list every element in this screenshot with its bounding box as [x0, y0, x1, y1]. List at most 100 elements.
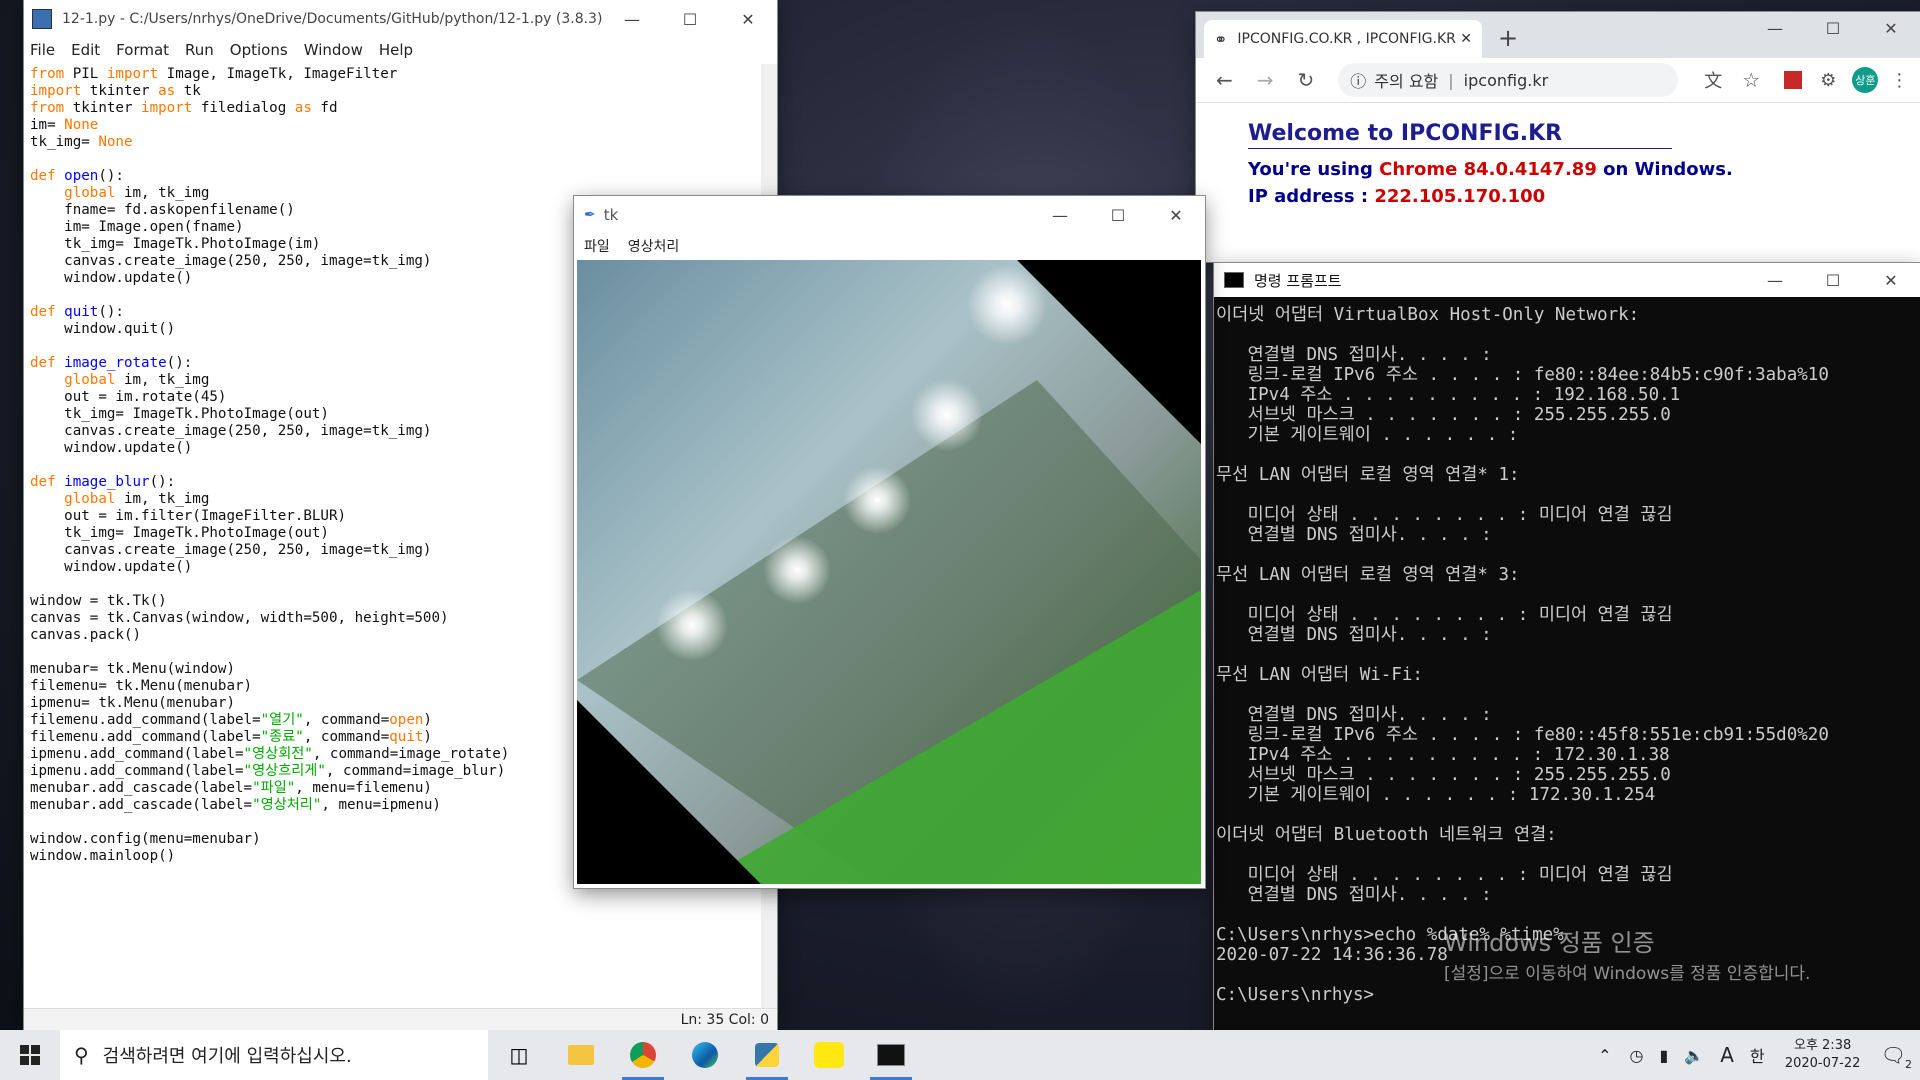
idle-title: 12-1.py - C:/Users/nrhys/OneDrive/Docume… — [62, 11, 603, 27]
start-button[interactable] — [0, 1030, 60, 1080]
tk-title: tk — [603, 206, 619, 224]
new-tab-button[interactable]: + — [1498, 24, 1518, 52]
cmd-close-button[interactable]: ✕ — [1862, 263, 1920, 299]
feather-icon: ✒ — [584, 207, 596, 223]
ip-info: IP address : 222.105.170.100 — [1248, 186, 1920, 207]
menu-help[interactable]: Help — [379, 41, 413, 59]
image-canvas[interactable] — [577, 260, 1201, 884]
cmd-maximize-button[interactable]: ☐ — [1804, 263, 1862, 299]
minimize-button[interactable]: — — [603, 0, 661, 38]
menu-format[interactable]: Format — [116, 41, 169, 59]
menu-edit[interactable]: Edit — [71, 41, 100, 59]
using-suffix: on Windows. — [1603, 159, 1733, 180]
kakaotalk-icon — [814, 1042, 844, 1068]
taskbar: ⚲ 검색하려면 여기에 입력하십시오. ◫ ⌃ ◷ ▮ 🔈 A 한 오후 2:3… — [0, 1030, 1920, 1080]
edge-taskbar-button[interactable] — [674, 1030, 736, 1080]
page-heading: Welcome to IPCONFIG.KR — [1248, 121, 1672, 149]
clock-time: 오후 2:38 — [1793, 1038, 1852, 1053]
cmd-title: 명령 프롬프트 — [1254, 271, 1342, 290]
folder-icon — [568, 1045, 594, 1065]
ime-mode[interactable]: A — [1720, 1043, 1734, 1067]
translate-icon[interactable]: 文 — [1704, 67, 1722, 93]
edge-icon — [692, 1042, 718, 1068]
command-prompt-window[interactable]: 명령 프롬프트 — ☐ ✕ 이더넷 어댑터 VirtualBox Host-On… — [1214, 263, 1920, 1030]
menu-window[interactable]: Window — [304, 41, 363, 59]
network-icon[interactable]: ◷ — [1629, 1046, 1643, 1065]
clock-date: 2020-07-22 — [1784, 1056, 1861, 1071]
notification-icon[interactable]: 🗨 2 — [1881, 1043, 1912, 1071]
volume-icon[interactable]: 🔈 — [1684, 1046, 1704, 1065]
search-placeholder: 검색하려면 여기에 입력하십시오. — [102, 1046, 352, 1067]
tk-menu-image-processing[interactable]: 영상처리 — [628, 236, 680, 256]
cursor-position: Ln: 35 Col: 0 — [680, 1011, 769, 1028]
windows-logo-icon — [20, 1045, 40, 1065]
file-explorer-button[interactable] — [550, 1030, 612, 1080]
rotated-stadium-image — [577, 260, 1201, 884]
tk-window[interactable]: ✒ tk — ☐ ✕ 파일 영상처리 — [574, 196, 1205, 888]
browser-info: You're using Chrome 84.0.4147.89 on Wind… — [1248, 159, 1920, 180]
web-page: Welcome to IPCONFIG.KR You're using Chro… — [1196, 103, 1920, 261]
ip-address: 222.105.170.100 — [1374, 186, 1546, 207]
chevron-up-icon[interactable]: ⌃ — [1598, 1046, 1611, 1065]
tk-close-button[interactable]: ✕ — [1147, 196, 1205, 234]
task-view-icon: ◫ — [509, 1043, 529, 1067]
chrome-tabstrip: ⚭ IPCONFIG.CO.KR , IPCONFIG.KR ✕ + — ☐ ✕ — [1196, 12, 1920, 58]
back-icon[interactable]: ← — [1216, 68, 1233, 92]
menu-run[interactable]: Run — [185, 41, 214, 59]
activation-watermark-text: [설정]으로 이동하여 Windows를 정품 인증합니다. — [1444, 964, 1811, 984]
python-icon — [755, 1043, 779, 1067]
chrome-maximize-button[interactable]: ☐ — [1804, 12, 1862, 44]
notification-count: 2 — [1905, 1058, 1912, 1071]
taskbar-search-box[interactable]: ⚲ 검색하려면 여기에 입력하십시오. — [60, 1030, 488, 1080]
chrome-window[interactable]: ⚭ IPCONFIG.CO.KR , IPCONFIG.KR ✕ + — ☐ ✕… — [1196, 12, 1920, 262]
close-button[interactable]: ✕ — [719, 0, 777, 38]
tab-close-icon[interactable]: ✕ — [1460, 31, 1472, 47]
clock[interactable]: 오후 2:38 2020-07-22 — [1773, 1037, 1873, 1073]
forward-icon[interactable]: → — [1257, 68, 1274, 92]
address-bar[interactable]: ⓘ 주의 요함 | ipconfig.kr — [1338, 63, 1679, 97]
profile-avatar[interactable]: 상훈 — [1852, 67, 1879, 93]
tk-minimize-button[interactable]: — — [1031, 196, 1089, 234]
chrome-close-button[interactable]: ✕ — [1862, 12, 1920, 44]
battery-icon[interactable]: ▮ — [1659, 1046, 1668, 1065]
globe-icon: ⚭ — [1214, 29, 1228, 49]
tab-title: IPCONFIG.CO.KR , IPCONFIG.KR — [1237, 31, 1456, 47]
info-icon[interactable]: ⓘ — [1350, 68, 1366, 92]
python-taskbar-button[interactable] — [736, 1030, 798, 1080]
tk-maximize-button[interactable]: ☐ — [1089, 196, 1147, 234]
extensions-icon[interactable]: ⚙ — [1820, 70, 1836, 91]
tk-titlebar[interactable]: ✒ tk — ☐ ✕ — [574, 196, 1205, 234]
browser-tab[interactable]: ⚭ IPCONFIG.CO.KR , IPCONFIG.KR ✕ — [1204, 20, 1482, 58]
chrome-icon — [630, 1042, 656, 1068]
reload-icon[interactable]: ↻ — [1298, 68, 1315, 92]
pdf-extension-icon[interactable] — [1784, 71, 1803, 89]
editor-statusbar: Ln: 35 Col: 0 — [24, 1008, 777, 1030]
tk-menu-file[interactable]: 파일 — [584, 236, 610, 256]
chrome-taskbar-button[interactable] — [612, 1030, 674, 1080]
omnibox-divider: | — [1448, 70, 1454, 90]
system-tray: ⌃ ◷ ▮ 🔈 A 한 오후 2:38 2020-07-22 🗨 2 — [1588, 1030, 1920, 1080]
ime-language[interactable]: 한 — [1750, 1043, 1765, 1067]
cmd-titlebar[interactable]: 명령 프롬프트 — ☐ ✕ — [1214, 263, 1920, 297]
chrome-minimize-button[interactable]: — — [1746, 12, 1804, 44]
security-label: 주의 요함 — [1374, 72, 1439, 91]
cmd-minimize-button[interactable]: — — [1746, 263, 1804, 299]
menu-options[interactable]: Options — [230, 41, 288, 59]
terminal-icon — [877, 1044, 905, 1066]
maximize-button[interactable]: ☐ — [661, 0, 719, 38]
python-file-icon — [32, 9, 52, 29]
task-view-button[interactable]: ◫ — [488, 1030, 550, 1080]
activation-watermark-title: Windows 정품 인증 — [1444, 929, 1655, 957]
ip-label: IP address : — [1248, 186, 1369, 207]
idle-menubar: File Edit Format Run Options Window Help — [24, 38, 777, 62]
cmd-taskbar-button[interactable] — [860, 1030, 922, 1080]
star-icon[interactable]: ☆ — [1742, 68, 1760, 92]
console-output[interactable]: 이더넷 어댑터 VirtualBox Host-Only Network: 연결… — [1214, 297, 1920, 1005]
kakaotalk-taskbar-button[interactable] — [798, 1030, 860, 1080]
idle-titlebar[interactable]: 12-1.py - C:/Users/nrhys/OneDrive/Docume… — [24, 0, 777, 38]
more-menu-icon[interactable]: ⋮ — [1890, 70, 1908, 91]
cmd-icon — [1224, 272, 1244, 288]
menu-file[interactable]: File — [30, 41, 55, 59]
tk-menubar: 파일 영상처리 — [574, 234, 1205, 258]
url-text[interactable]: ipconfig.kr — [1464, 71, 1549, 90]
